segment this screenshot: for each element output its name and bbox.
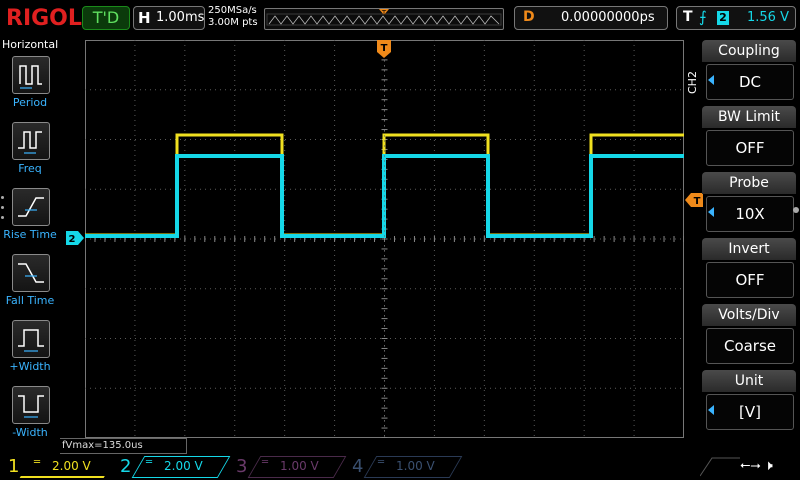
menu-page-indicator: [1, 196, 5, 226]
ch1-scale: 2.00 V: [52, 459, 91, 473]
measure-negative-width-label: -Width: [12, 426, 48, 439]
ch2-number: 2: [120, 456, 132, 477]
horizontal-timebase-box[interactable]: H 1.00ms: [133, 6, 205, 30]
volts-div-title: Volts/Div: [702, 304, 796, 326]
trigger-position-marker[interactable]: T: [377, 40, 391, 58]
channel-status-bar: 1 ═ 2.00 V 2 ═ 2.00 V 3 ═ 1.00 V 4 ═ 1.0…: [0, 454, 800, 480]
measure-fall-time-label: Fall Time: [5, 294, 55, 307]
volts-div-value: Coarse: [706, 328, 794, 364]
measure-positive-width-button[interactable]: +Width: [0, 320, 60, 382]
ch1-status[interactable]: 1 ═ 2.00 V: [0, 454, 117, 480]
frequency-icon: [12, 122, 50, 160]
ch2-status[interactable]: 2 ═ 2.00 V: [112, 454, 231, 480]
ch3-number: 3: [236, 456, 248, 477]
delay-key: D: [523, 9, 535, 25]
trigger-source-badge: 2: [717, 11, 729, 25]
ch3-scale: 1.00 V: [280, 459, 319, 473]
period-icon: [12, 56, 50, 94]
rising-edge-icon: ⨍: [699, 8, 707, 26]
measure-rise-time-button[interactable]: Rise Time: [0, 188, 60, 250]
measure-negative-width-button[interactable]: -Width: [0, 386, 60, 448]
measure-freq-button[interactable]: Freq: [0, 122, 60, 184]
trigger-settings-box[interactable]: T ⨍ 2 1.56 V: [676, 6, 796, 30]
measure-freq-label: Freq: [18, 162, 42, 175]
measure-fall-time-button[interactable]: Fall Time: [0, 254, 60, 316]
coupling-menu-item[interactable]: Coupling DC: [702, 40, 796, 104]
ch3-dc-coupling-icon: ═: [262, 457, 269, 468]
unit-menu-item[interactable]: Unit [V]: [702, 370, 796, 434]
coupling-left-arrow-icon: [708, 75, 714, 85]
invert-value: OFF: [706, 262, 794, 298]
measure-category-title: Horizontal: [2, 38, 59, 51]
horizontal-delay-box[interactable]: D 0.00000000ps: [514, 6, 668, 30]
ch2-dc-coupling-icon: ═: [146, 457, 153, 468]
probe-title: Probe: [702, 172, 796, 194]
bw-limit-menu-item[interactable]: BW Limit OFF: [702, 106, 796, 170]
unit-title: Unit: [702, 370, 796, 392]
coupling-title: Coupling: [702, 40, 796, 62]
menu-knob-indicator: [793, 207, 799, 213]
measure-period-button[interactable]: Period: [0, 56, 60, 118]
horizontal-key: H: [138, 9, 151, 27]
rigol-logo: RIGOL: [6, 6, 82, 31]
ch3-status[interactable]: 3 ═ 1.00 V: [228, 454, 347, 480]
overview-wave-line: [268, 15, 500, 25]
ch4-number: 4: [352, 456, 364, 477]
probe-value: 10X: [706, 196, 794, 232]
trigger-status-badge: T'D: [82, 6, 130, 30]
rise-time-icon: [12, 188, 50, 226]
sample-rate: 250MSa/s: [208, 5, 257, 16]
trigger-key: T: [683, 9, 693, 25]
waveform-overview-bar[interactable]: T: [264, 8, 504, 30]
waveform-display[interactable]: [84, 39, 685, 439]
unit-value: [V]: [706, 394, 794, 430]
waveform-grid: [84, 39, 685, 439]
top-status-bar: RIGOL T'D H 1.00ms 250MSa/s 3.00M pts T …: [0, 0, 800, 38]
ch4-scale: 1.00 V: [396, 459, 435, 473]
usb-icon: ⭠⭢: [740, 458, 761, 473]
trigger-level-value: 1.56 V: [747, 10, 789, 25]
ch1-dc-coupling-icon: ═: [34, 457, 41, 468]
invert-menu-item[interactable]: Invert OFF: [702, 238, 796, 302]
probe-menu-item[interactable]: Probe 10X: [702, 172, 796, 236]
ch2-offset-label: 2: [69, 234, 76, 245]
overview-waveform: T: [266, 9, 502, 26]
measure-positive-width-label: +Width: [9, 360, 51, 373]
overview-trigger-letter: T: [381, 9, 387, 17]
trigger-position-label: T: [381, 43, 388, 54]
status-tab-decor: [700, 457, 740, 477]
timebase-value: 1.00ms: [156, 10, 205, 25]
ch2-scale: 2.00 V: [164, 459, 203, 473]
delay-value: 0.00000000ps: [561, 10, 655, 25]
measure-menu-panel: Horizontal Period Freq Rise Time Fall Ti…: [0, 38, 60, 448]
ch4-dc-coupling-icon: ═: [378, 457, 385, 468]
probe-left-arrow-icon: [708, 207, 714, 217]
unit-left-arrow-icon: [708, 405, 714, 415]
positive-width-icon: [12, 320, 50, 358]
memory-depth: 3.00M pts: [208, 17, 258, 28]
ch4-status[interactable]: 4 ═ 1.00 V: [344, 454, 463, 480]
sample-info: 250MSa/s 3.00M pts: [208, 5, 258, 29]
bw-limit-title: BW Limit: [702, 106, 796, 128]
negative-width-icon: [12, 386, 50, 424]
measure-rise-time-label: Rise Time: [3, 228, 57, 241]
volts-div-menu-item[interactable]: Volts/Div Coarse: [702, 304, 796, 368]
measure-period-label: Period: [12, 96, 48, 109]
bw-limit-value: OFF: [706, 130, 794, 166]
speaker-muted-icon[interactable]: 🕨: [764, 458, 773, 474]
measurement-result[interactable]: fVmax=135.0us: [60, 438, 187, 454]
coupling-value: DC: [706, 64, 794, 100]
ch2-offset-marker[interactable]: 2: [66, 231, 84, 245]
invert-title: Invert: [702, 238, 796, 260]
ch1-number: 1: [8, 456, 20, 477]
fall-time-icon: [12, 254, 50, 292]
